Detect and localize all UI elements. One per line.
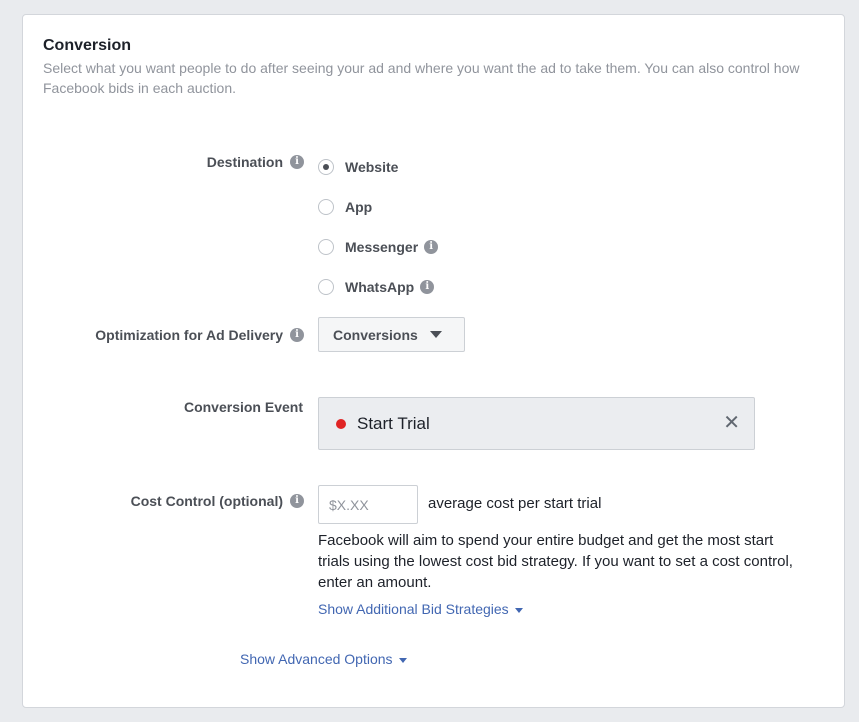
destination-label-row: Destination i	[207, 154, 304, 170]
cost-control-suffix: average cost per start trial	[428, 495, 602, 512]
radio-button[interactable]	[318, 239, 334, 255]
conversion-event-label-row: Conversion Event	[184, 399, 303, 415]
conversion-card: Conversion Select what you want people t…	[22, 14, 845, 708]
radio-app[interactable]: App	[318, 199, 372, 215]
caret-down-icon	[398, 657, 407, 663]
radio-label-website: Website	[345, 159, 399, 175]
show-advanced-options-link[interactable]: Show Advanced Options	[240, 651, 407, 667]
messenger-info-icon[interactable]: i	[424, 240, 439, 254]
section-title: Conversion	[43, 37, 132, 54]
radio-website[interactable]: Website	[318, 159, 398, 175]
radio-button-checked[interactable]	[318, 159, 334, 175]
whatsapp-info-icon[interactable]: i	[420, 280, 435, 294]
cost-control-label: Cost Control (optional)	[130, 493, 283, 509]
chevron-down-icon	[429, 331, 442, 338]
optimization-selected: Conversions	[333, 326, 418, 343]
radio-button[interactable]	[318, 279, 334, 295]
optimization-label: Optimization for Ad Delivery	[95, 327, 283, 343]
bid-strategies-label: Show Additional Bid Strategies	[318, 601, 509, 617]
radio-label-messenger: Messenger	[345, 239, 419, 255]
cost-control-input[interactable]	[318, 485, 418, 524]
cost-control-info-icon[interactable]: i	[290, 494, 304, 508]
close-icon[interactable]: ✕	[723, 412, 740, 434]
radio-button[interactable]	[318, 199, 334, 215]
section-subtitle: Select what you want people to do after …	[43, 60, 800, 96]
radio-whatsapp[interactable]: WhatsApp i	[318, 279, 435, 295]
optimization-dropdown[interactable]: Conversions	[318, 317, 465, 352]
conversion-event-value: Start Trial	[357, 413, 430, 433]
cost-control-label-row: Cost Control (optional) i	[131, 493, 304, 509]
advanced-options-label: Show Advanced Options	[240, 651, 393, 667]
conversion-event-field[interactable]: Start Trial ✕	[318, 397, 755, 450]
show-bid-strategies-link[interactable]: Show Additional Bid Strategies	[318, 601, 523, 617]
destination-info-icon[interactable]: i	[290, 155, 304, 169]
caret-down-icon	[514, 607, 523, 613]
optimization-info-icon[interactable]: i	[290, 328, 304, 342]
status-dot-icon	[336, 418, 346, 429]
radio-label-whatsapp: WhatsApp	[345, 279, 415, 295]
cost-control-help: Facebook will aim to spend your entire b…	[318, 532, 793, 591]
radio-messenger[interactable]: Messenger i	[318, 239, 439, 255]
radio-label-app: App	[345, 199, 373, 215]
optimization-label-row: Optimization for Ad Delivery i	[95, 327, 304, 343]
conversion-event-label: Conversion Event	[183, 399, 303, 415]
destination-label: Destination	[206, 154, 283, 170]
